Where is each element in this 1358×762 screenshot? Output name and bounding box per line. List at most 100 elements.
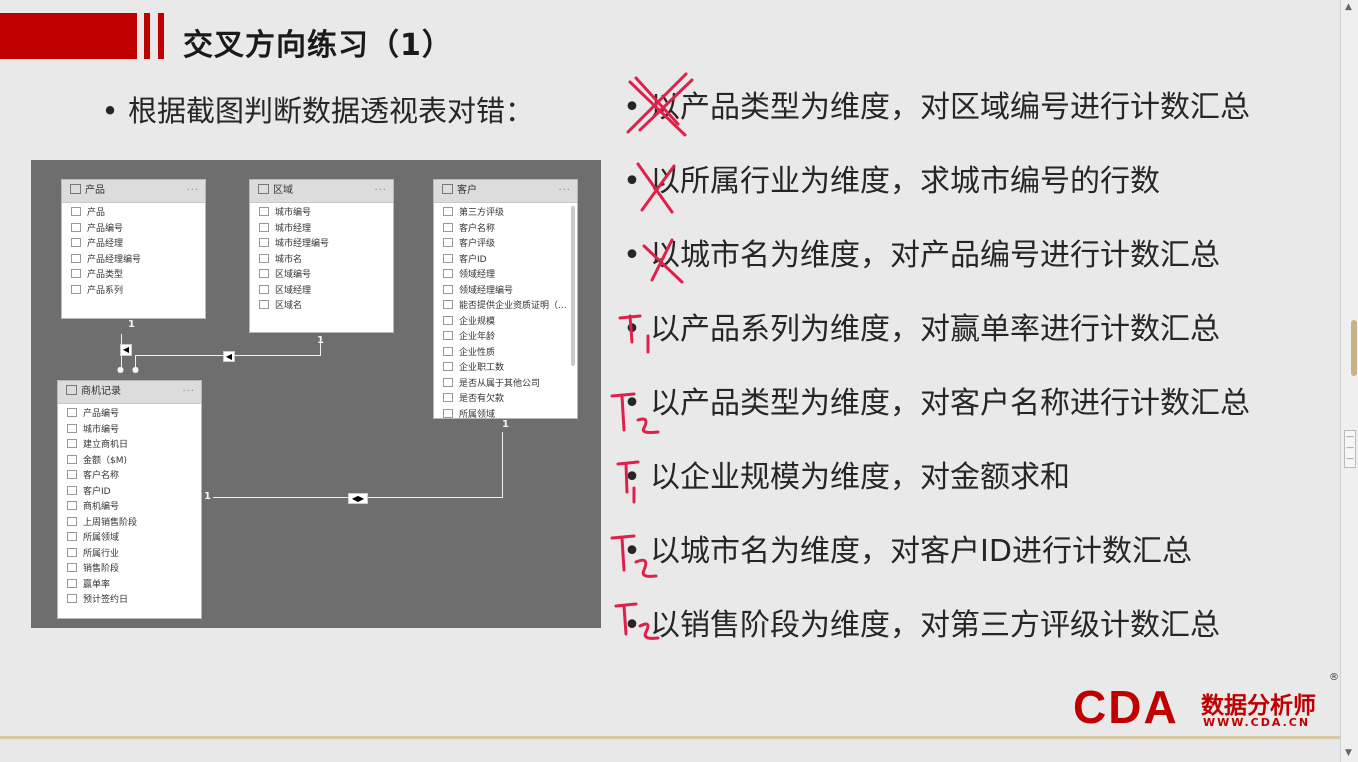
field-label: 金额（$M) xyxy=(83,455,128,466)
field-label: 商机编号 xyxy=(83,502,120,512)
field-row[interactable]: 客户ID xyxy=(58,485,201,501)
field-row[interactable]: 领域经理编号 xyxy=(434,284,577,300)
field-row[interactable]: 领域经理 xyxy=(434,268,577,284)
field-row[interactable]: 客户名称 xyxy=(58,469,201,485)
true-mark-icon xyxy=(616,460,640,504)
logo-url: WWW.CDA.CN xyxy=(1203,716,1311,729)
field-label: 城市经理编号 xyxy=(275,239,330,249)
field-row[interactable]: 城市编号 xyxy=(250,206,393,222)
field-row[interactable]: 产品 xyxy=(62,206,205,222)
field-row[interactable]: 金额（$M) xyxy=(58,454,201,470)
more-options-icon[interactable]: ··· xyxy=(182,381,195,403)
table-icon xyxy=(258,184,269,194)
table-scrollbar[interactable] xyxy=(571,206,575,366)
wrong-mark-icon xyxy=(642,238,684,284)
field-icon xyxy=(443,207,453,216)
field-icon xyxy=(259,300,269,309)
field-row[interactable]: 所属领域 xyxy=(58,531,201,547)
field-row[interactable]: 企业年龄 xyxy=(434,330,577,346)
field-label: 城市名 xyxy=(275,254,303,265)
field-row[interactable]: 所属行业 xyxy=(58,547,201,563)
field-icon xyxy=(67,578,77,588)
field-icon xyxy=(67,454,77,464)
field-row[interactable]: 能否提供企业资质证明（... xyxy=(434,299,577,315)
question-text: 以产品类型为维度，对客户名称进行计数汇总 xyxy=(650,386,1250,421)
scroll-splitter-icon[interactable]: — — — xyxy=(1344,430,1356,468)
scrollbar-thumb[interactable] xyxy=(1351,320,1357,376)
more-options-icon[interactable]: ··· xyxy=(374,180,387,202)
table-icon xyxy=(66,385,77,395)
field-icon xyxy=(67,547,77,557)
title-accent-tick xyxy=(158,13,164,59)
field-row[interactable]: 城市名 xyxy=(250,253,393,269)
field-icon xyxy=(67,563,77,572)
field-row[interactable]: 产品编号 xyxy=(62,222,205,238)
field-label: 区域经理 xyxy=(275,285,312,296)
field-row[interactable]: 企业规模 xyxy=(434,315,577,331)
field-row[interactable]: 预计签约日 xyxy=(58,593,201,609)
true-mark-icon xyxy=(618,314,650,354)
many-marker-icon: ● xyxy=(132,365,139,374)
scroll-up-icon[interactable]: ▲ xyxy=(1345,2,1352,12)
question-item: • 以产品类型为维度，对客户名称进行计数汇总 xyxy=(622,384,1250,424)
field-icon xyxy=(443,300,453,309)
field-label: 客户评级 xyxy=(459,239,496,249)
field-row[interactable]: 区域名 xyxy=(250,299,393,315)
vertical-scrollbar[interactable]: ▲ — — — ▼ xyxy=(1340,0,1358,762)
table-customer[interactable]: 客户 ··· 第三方评级 客户名称 客户评级 客户ID 领域经理 领域经理编号 能… xyxy=(433,179,578,420)
field-row[interactable]: 销售阶段 xyxy=(58,562,201,578)
filter-direction-icon[interactable]: ◀ xyxy=(120,344,132,356)
field-row[interactable]: 产品经理 xyxy=(62,237,205,253)
field-row[interactable]: 产品编号 xyxy=(58,407,201,423)
field-row[interactable]: 是否有欠款 xyxy=(434,392,577,408)
table-header: 区域 ··· xyxy=(250,180,393,203)
field-icon xyxy=(443,331,453,340)
question-text: 以所属行业为维度，求城市编号的行数 xyxy=(650,164,1160,199)
field-row[interactable]: 客户ID xyxy=(434,253,577,269)
more-options-icon[interactable]: ··· xyxy=(558,180,571,202)
field-row[interactable]: 区域经理 xyxy=(250,284,393,300)
field-label: 建立商机日 xyxy=(83,440,129,450)
wrong-mark-icon xyxy=(626,72,694,137)
filter-direction-icon[interactable]: ◀ xyxy=(223,351,235,362)
field-icon xyxy=(443,269,453,278)
field-row[interactable]: 第三方评级 xyxy=(434,206,577,222)
field-row[interactable]: 产品系列 xyxy=(62,284,205,300)
field-row[interactable]: 产品经理编号 xyxy=(62,253,205,269)
field-icon xyxy=(259,269,269,278)
relationship-line[interactable] xyxy=(502,432,503,498)
table-region[interactable]: 区域 ··· 城市编号 城市经理 城市经理编号 城市名 区域编号 区域经理 区域名 xyxy=(249,179,394,333)
table-opportunity[interactable]: 商机记录 ··· 产品编号 城市编号 建立商机日 金额（$M) 客户名称 客户ID… xyxy=(57,380,202,619)
field-row[interactable]: 城市编号 xyxy=(58,423,201,439)
field-row[interactable]: 上周销售阶段 xyxy=(58,516,201,532)
field-label: 企业性质 xyxy=(459,347,496,358)
field-row[interactable]: 区域编号 xyxy=(250,268,393,284)
field-row[interactable]: 企业性质 xyxy=(434,346,577,362)
field-row[interactable]: 商机编号 xyxy=(58,500,201,516)
field-icon xyxy=(67,470,77,479)
field-icon xyxy=(443,362,453,371)
bidirectional-filter-icon[interactable]: ◀▶ xyxy=(348,493,368,504)
field-row[interactable]: 建立商机日 xyxy=(58,438,201,454)
field-label: 企业年龄 xyxy=(459,332,496,342)
field-icon xyxy=(443,393,453,402)
field-row[interactable]: 客户名称 xyxy=(434,222,577,238)
more-options-icon[interactable]: ··· xyxy=(186,180,199,202)
field-row[interactable]: 客户评级 xyxy=(434,237,577,253)
field-row[interactable]: 城市经理 xyxy=(250,222,393,238)
table-product[interactable]: 产品 ··· 产品 产品编号 产品经理 产品经理编号 产品类型 产品系列 xyxy=(61,179,206,319)
field-icon xyxy=(443,408,453,418)
table-header: 产品 ··· xyxy=(62,180,205,203)
field-row[interactable]: 企业职工数 xyxy=(434,361,577,377)
lead-text: • 根据截图判断数据透视表对错： xyxy=(100,88,534,130)
scroll-down-icon[interactable]: ▼ xyxy=(1345,748,1352,758)
field-icon xyxy=(443,377,453,387)
field-row[interactable]: 是否从属于其他公司 xyxy=(434,377,577,393)
field-label: 产品编号 xyxy=(87,223,124,234)
field-label: 产品经理编号 xyxy=(87,254,142,265)
field-row[interactable]: 赢单率 xyxy=(58,578,201,594)
field-row[interactable]: 产品类型 xyxy=(62,268,205,284)
field-label: 客户ID xyxy=(459,254,487,265)
field-row[interactable]: 城市经理编号 xyxy=(250,237,393,253)
field-icon xyxy=(259,238,269,247)
